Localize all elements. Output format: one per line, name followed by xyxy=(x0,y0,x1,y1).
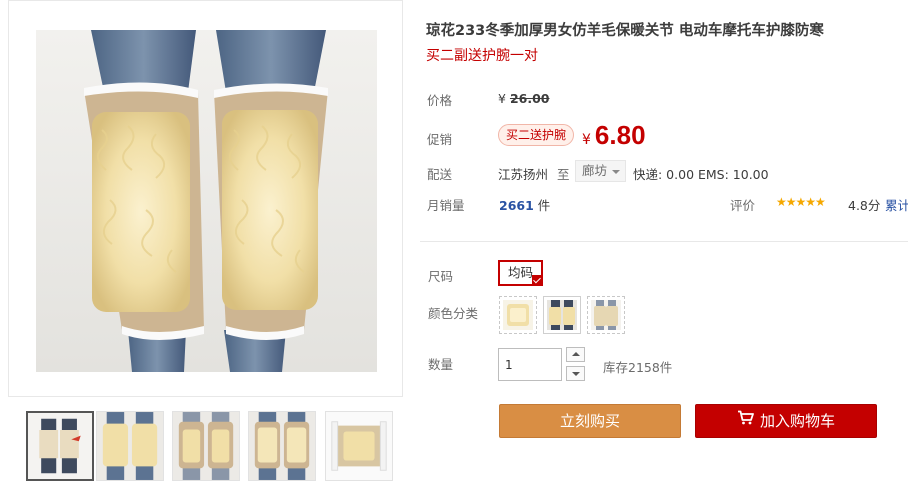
original-price: ¥ 26.00 xyxy=(498,91,549,106)
price-label: 价格 xyxy=(427,93,453,108)
shipping-destination-select[interactable]: 廊坊 xyxy=(575,160,627,182)
check-icon xyxy=(532,275,543,286)
thumbnail-4[interactable] xyxy=(248,411,316,481)
quantity-increase-button[interactable] xyxy=(566,347,585,362)
thumbnail-2[interactable] xyxy=(96,411,164,481)
shipping-origin: 江苏扬州 xyxy=(498,167,549,182)
monthly-sales-unit: 件 xyxy=(537,198,551,213)
main-product-image[interactable] xyxy=(36,30,377,372)
cart-icon xyxy=(737,404,754,436)
rating-label: 评价 xyxy=(730,198,756,213)
promotion-price: ¥6.80 xyxy=(582,120,646,151)
rating-stars-icon: ★★★★★ xyxy=(776,195,826,209)
chevron-down-icon xyxy=(612,170,621,174)
color-label: 颜色分类 xyxy=(428,306,479,321)
add-to-cart-label: 加入购物车 xyxy=(759,412,835,430)
original-price-value: 26.00 xyxy=(509,91,550,106)
monthly-sales: 2661 件 xyxy=(499,195,550,214)
size-label: 尺码 xyxy=(428,269,454,284)
stock-count: 库存2158件 xyxy=(603,360,673,375)
add-to-cart-button[interactable]: 加入购物车 xyxy=(695,404,877,438)
section-divider xyxy=(420,241,908,242)
buy-now-label: 立刻购买 xyxy=(559,412,620,430)
quantity-decrease-button[interactable] xyxy=(566,366,585,381)
color-swatch-1[interactable] xyxy=(499,296,537,334)
buy-now-button[interactable]: 立刻购买 xyxy=(499,404,681,438)
shipping-to-word: 至 xyxy=(557,167,570,182)
product-subtitle: 买二副送护腕一对 xyxy=(426,48,538,64)
size-option-text: 均码 xyxy=(507,265,533,280)
thumbnail-1[interactable] xyxy=(26,411,94,481)
monthly-sales-count: 2661 xyxy=(499,198,534,213)
color-swatch-2[interactable] xyxy=(543,296,581,334)
original-price-currency: ¥ xyxy=(498,91,506,106)
cumulative-reviews-link[interactable]: 累计 xyxy=(885,195,908,214)
size-option-selected[interactable]: 均码 xyxy=(498,260,543,286)
thumbnail-5[interactable] xyxy=(325,411,393,481)
color-swatch-3[interactable] xyxy=(587,296,625,334)
thumbnail-3[interactable] xyxy=(172,411,240,481)
quantity-label: 数量 xyxy=(428,357,454,372)
shipping-destination-value: 廊坊 xyxy=(582,163,608,178)
promotion-price-value: 6.80 xyxy=(594,120,646,150)
promotion-price-currency: ¥ xyxy=(582,132,591,148)
shipping-label: 配送 xyxy=(427,167,453,182)
promotion-tag: 买二送护腕 xyxy=(498,124,575,146)
promotion-label: 促销 xyxy=(427,132,453,147)
thumbnail-strip xyxy=(8,404,403,491)
price-info-panel: 价格 ¥ 26.00 促销 买二送护腕 ¥6.80 配送 江苏扬州 至 廊坊 快… xyxy=(410,78,908,223)
product-title: 琼花233冬季加厚男女仿羊毛保暖关节 电动车摩托车护膝防寒 xyxy=(426,23,824,39)
quantity-input[interactable] xyxy=(498,348,562,381)
shipping-fees: 快递: 0.00 EMS: 10.00 xyxy=(633,167,769,182)
rating-score: 4.8分 xyxy=(848,198,881,213)
monthly-sales-label: 月销量 xyxy=(427,198,465,213)
